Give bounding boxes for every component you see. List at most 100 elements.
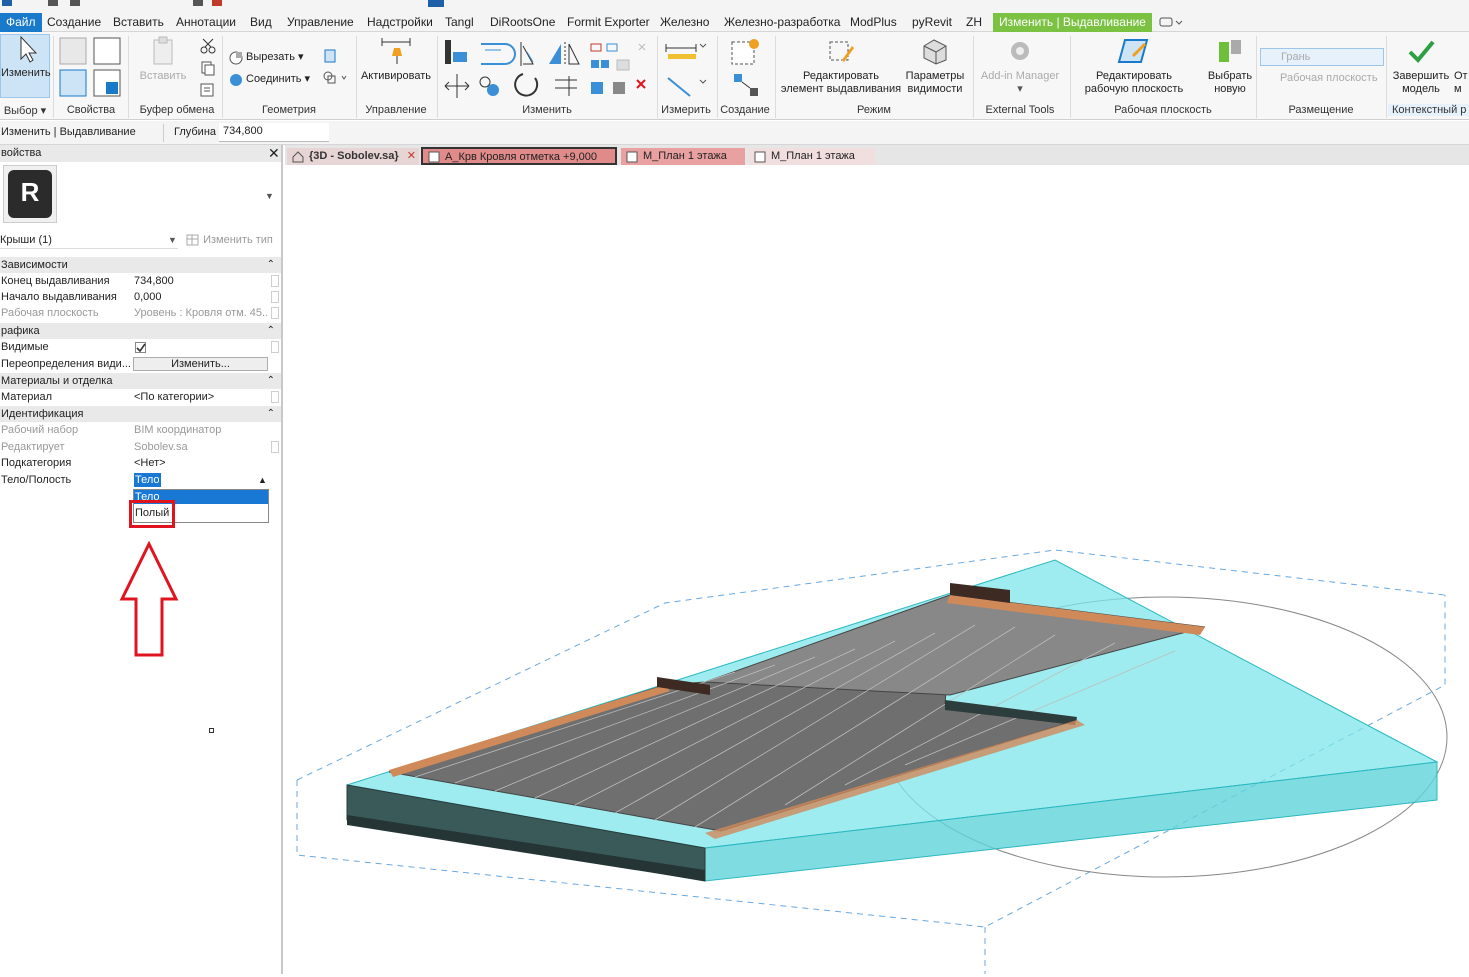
row-subcategory[interactable]: Подкатегория <Нет> [0, 455, 281, 471]
tab-zhelezno[interactable]: Железно [660, 13, 709, 32]
tab-create[interactable]: Создание [47, 13, 101, 32]
tab-3d-view[interactable]: {3D - Sobolev.sa} ✕ [287, 148, 419, 165]
roof-3d-model[interactable] [285, 165, 1469, 974]
activate-button[interactable]: Активировать [358, 36, 434, 83]
red-arrow-icon [119, 541, 179, 657]
cancel-model-button[interactable]: От м [1454, 70, 1469, 96]
section-materials[interactable]: Материалы и отделка ⌃ [0, 373, 281, 389]
join-button[interactable]: Соединить ▾ [246, 73, 310, 86]
modify-tools-icons[interactable] [443, 38, 653, 102]
plan-view-icon [754, 151, 766, 163]
visibility-settings-button[interactable]: Параметры видимости [902, 36, 968, 96]
section-graphics[interactable]: рафика ⌃ [0, 323, 281, 339]
depth-input[interactable]: 734,800 [219, 123, 329, 142]
tab-formit-exporter[interactable]: Formit Exporter [567, 13, 650, 32]
pick-new-workplane-button[interactable]: Выбрать новую [1200, 36, 1260, 96]
tab-modplus[interactable]: ModPlus [850, 13, 897, 32]
create-icon[interactable] [728, 38, 764, 100]
tab-tangl[interactable]: Tangl [445, 13, 474, 32]
group-manage-label: Управление [365, 104, 427, 116]
depth-label: Глубина [174, 126, 217, 138]
chevron-up-icon[interactable]: ▲ [258, 472, 267, 488]
row-material[interactable]: Материал <По категории> [0, 389, 281, 405]
group-geometry-label: Геометрия [261, 104, 317, 116]
row-workset: Рабочий набор BIM координатор [1, 424, 222, 436]
panel-toggle-icon[interactable] [1158, 15, 1184, 29]
chevron-down-icon[interactable]: ▼ [265, 191, 274, 201]
tab-view[interactable]: Вид [250, 13, 272, 32]
shapes-icon[interactable] [322, 70, 348, 86]
group-external-tools-label: External Tools [985, 104, 1055, 116]
options-bar: Изменить | Выдавливание Глубина 734,800 [0, 121, 1469, 145]
group-placement-label: Размещение [1288, 104, 1354, 116]
solid-void-select[interactable]: Тело [134, 473, 161, 487]
tab-addins[interactable]: Надстройки [367, 13, 433, 32]
tab-annotate[interactable]: Аннотации [176, 13, 236, 32]
group-select-label[interactable]: Выбор ▾ [0, 104, 50, 117]
edit-type-button[interactable]: Изменить тип [186, 232, 273, 249]
addin-manager-button[interactable]: Add-in Manager ▾ [976, 36, 1064, 96]
paste-icon [153, 36, 173, 65]
join-icon [230, 74, 242, 86]
properties-palette: войства ✕ R ▼ Крыши (1) ▼ Изменить тип З… [0, 145, 283, 974]
modify-button[interactable]: Изменить [0, 34, 51, 98]
cut-geometry-icon [229, 51, 243, 65]
type-selector[interactable]: R ▼ [1, 163, 281, 225]
tab-floor-plan-1[interactable]: М_План 1 этажа [621, 148, 745, 165]
instance-filter-select[interactable]: Крыши (1) ▼ [0, 232, 178, 249]
group-modify-label: Изменить [522, 104, 572, 116]
cut-geometry-button[interactable]: Вырезать ▾ [246, 51, 304, 64]
measure-icon[interactable] [664, 40, 708, 100]
row-solid-void[interactable]: Тело/Полость Тело ▲ [0, 472, 281, 488]
revit-logo-icon: R [3, 165, 57, 223]
options-context-label: Изменить | Выдавливание [1, 126, 136, 138]
row-extrusion-start[interactable]: Начало выдавливания 0,000 [0, 289, 281, 305]
properties-button[interactable] [58, 36, 122, 100]
group-workplane-label: Рабочая плоскость [1114, 104, 1212, 116]
ribbon: Изменить Выбор ▾ Свойства Вставить Буфер… [0, 32, 1469, 120]
tab-zhelezno-dev[interactable]: Железно-разработка [724, 13, 840, 32]
tab-insert[interactable]: Вставить [113, 13, 164, 32]
paste-button[interactable]: Вставить [138, 36, 188, 83]
face-placement-button[interactable]: Грань [1260, 48, 1384, 66]
visible-checkbox[interactable] [135, 342, 146, 353]
plan-view-icon [428, 151, 440, 163]
edit-extrusion-icon [829, 41, 854, 62]
row-overrides[interactable]: Переопределения види... Изменить... [0, 356, 281, 372]
group-clipboard-label: Буфер обмена [139, 104, 215, 116]
tab-dirootsone[interactable]: DiRootsOne [490, 13, 555, 32]
3d-view-canvas[interactable] [285, 165, 1469, 974]
row-visible[interactable]: Видимые [0, 339, 281, 355]
overrides-edit-button[interactable]: Изменить... [133, 357, 268, 371]
edit-type-icon [186, 234, 199, 246]
section-constraints[interactable]: Зависимости ⌃ [0, 257, 281, 273]
wall-joins-icon[interactable] [322, 48, 340, 64]
properties-title: войства [0, 145, 281, 162]
finish-model-button[interactable]: Завершить модель [1390, 36, 1452, 96]
tab-roof-plan[interactable]: А_Крв Кровля отметка +9,000 [421, 147, 617, 165]
scissors-icon[interactable] [199, 38, 217, 54]
row-work-plane: Рабочая плоскость Уровень : Кровля отм. 4… [0, 305, 281, 321]
row-extrusion-end[interactable]: Конец выдавливания 734,800 [0, 273, 281, 289]
cursor-icon [20, 35, 37, 63]
file-menu-tab[interactable]: Файл [0, 13, 42, 32]
tab-manage[interactable]: Управление [287, 13, 354, 32]
close-icon[interactable]: ✕ [268, 146, 280, 160]
properties-icon [59, 37, 121, 97]
copy-icon[interactable] [199, 60, 217, 76]
check-icon [1408, 40, 1435, 63]
group-measure-label: Измерить [661, 104, 711, 116]
tab-pyrevit[interactable]: pyRevit [912, 13, 952, 32]
menu-bar: Файл Создание Вставить Аннотации Вид Упр… [0, 13, 1469, 32]
close-tab-icon[interactable]: ✕ [407, 148, 416, 165]
edit-extrusion-button[interactable]: Редактировать элемент выдавливания [780, 36, 902, 96]
tab-floor-plan-2[interactable]: М_План 1 этажа [749, 148, 875, 165]
workplane-placement-button[interactable]: Рабочая плоскость [1262, 72, 1378, 85]
plan-view-icon [626, 151, 638, 163]
tab-zh[interactable]: ZH [966, 13, 982, 32]
section-identity[interactable]: Идентификация ⌃ [0, 406, 281, 422]
edit-workplane-button[interactable]: Редактировать рабочую плоскость [1076, 36, 1192, 96]
gear-icon [1011, 42, 1029, 60]
tab-modify-extrusion[interactable]: Изменить | Выдавливание [993, 13, 1152, 32]
match-type-icon[interactable] [199, 82, 217, 98]
